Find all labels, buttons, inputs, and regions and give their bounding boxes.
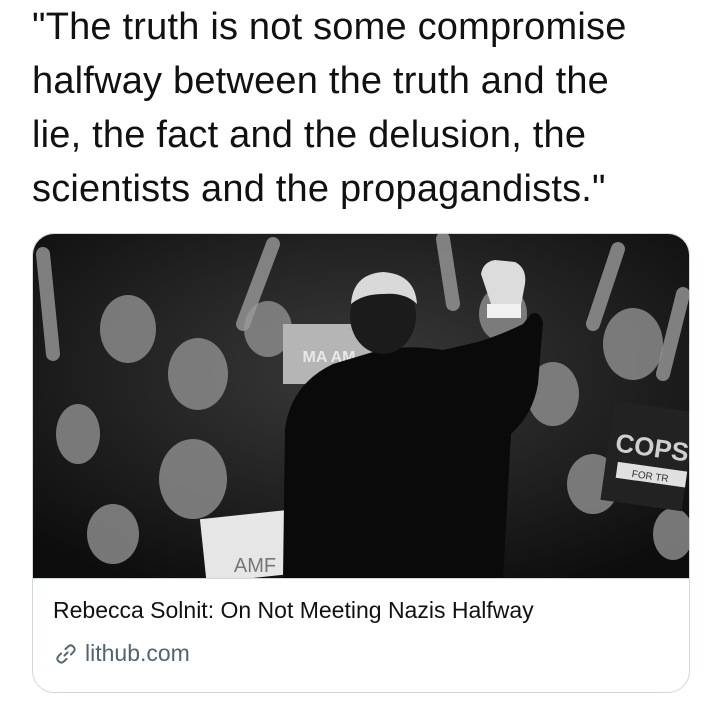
card-image[interactable]: MA AM COPS FOR TR AMF (33, 234, 689, 579)
sign-bottom-text: AMF (234, 555, 276, 577)
rally-photo: MA AM COPS FOR TR AMF (33, 234, 689, 578)
card-domain-text: lithub.com (85, 640, 190, 666)
link-preview-card[interactable]: MA AM COPS FOR TR AMF Rebecca Solnit: On… (32, 233, 690, 693)
tweet-text-line: lie, the fact and the delusion, the (32, 114, 587, 156)
card-title[interactable]: Rebecca Solnit: On Not Meeting Nazis Hal… (53, 597, 534, 624)
tweet-text-line: "The truth is not some compromise (32, 6, 627, 48)
tweet-text-line: halfway between the truth and the (32, 60, 609, 102)
tweet-text-line: scientists and the propagandists." (32, 168, 606, 210)
card-domain[interactable]: lithub.com (53, 640, 190, 667)
link-icon (56, 643, 76, 664)
tweet-text: "The truth is not some compromise halfwa… (32, 0, 702, 216)
